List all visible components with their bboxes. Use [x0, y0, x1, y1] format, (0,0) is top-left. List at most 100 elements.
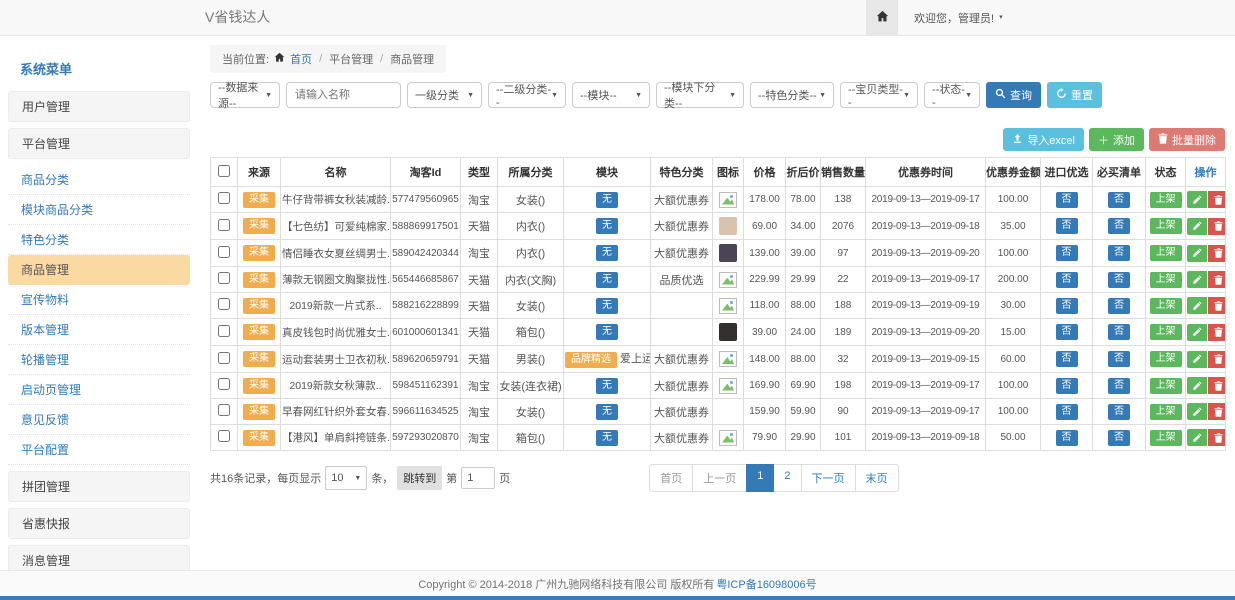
sidebar-item[interactable]: 意见反馈 [8, 405, 190, 435]
sidebar-item[interactable]: 商品分类 [8, 165, 190, 195]
edit-button[interactable] [1187, 351, 1207, 368]
status-badge[interactable]: 上架 [1150, 218, 1182, 234]
add-button[interactable]: ＋ 添加 [1089, 128, 1144, 151]
name-search-input[interactable] [286, 82, 401, 108]
must-buy-toggle[interactable]: 否 [1108, 192, 1130, 208]
delete-button[interactable] [1208, 218, 1226, 235]
pagination-item[interactable]: 上一页 [692, 464, 747, 492]
import-select-toggle[interactable]: 否 [1056, 404, 1078, 420]
sidebar-item[interactable]: 用户管理 [8, 91, 190, 122]
batch-delete-button[interactable]: 批量删除 [1149, 128, 1225, 151]
must-buy-toggle[interactable]: 否 [1108, 298, 1130, 314]
delete-button[interactable] [1208, 429, 1226, 446]
reset-button[interactable]: 重置 [1047, 82, 1102, 108]
must-buy-toggle[interactable]: 否 [1108, 378, 1130, 394]
must-buy-toggle[interactable]: 否 [1108, 245, 1130, 261]
sidebar-item[interactable]: 宣传物料 [8, 285, 190, 315]
delete-button[interactable] [1208, 297, 1226, 314]
status-badge[interactable]: 上架 [1150, 192, 1182, 208]
status-badge[interactable]: 上架 [1150, 404, 1182, 420]
sidebar-item[interactable]: 平台配置 [8, 435, 190, 465]
row-checkbox[interactable] [218, 219, 230, 231]
filter-select[interactable]: --状态-- ▼ [924, 82, 980, 108]
edit-button[interactable] [1187, 191, 1207, 208]
row-checkbox[interactable] [218, 404, 230, 416]
user-menu[interactable]: 欢迎您，管理员! ▾ [898, 0, 1019, 35]
filter-select-source[interactable]: --数据来源-- ▼ [210, 82, 280, 108]
row-checkbox[interactable] [218, 246, 230, 258]
import-select-toggle[interactable]: 否 [1056, 324, 1078, 340]
import-excel-button[interactable]: 导入excel [1003, 128, 1084, 151]
edit-button[interactable] [1187, 245, 1207, 262]
per-page-select[interactable]: 10 ▼ [325, 466, 367, 490]
import-select-toggle[interactable]: 否 [1056, 298, 1078, 314]
pagination-item[interactable]: 2 [773, 464, 801, 492]
import-select-toggle[interactable]: 否 [1056, 192, 1078, 208]
status-badge[interactable]: 上架 [1150, 430, 1182, 446]
sidebar-item[interactable]: 省惠快报 [8, 508, 190, 539]
delete-button[interactable] [1208, 245, 1226, 262]
sidebar-item[interactable]: 平台管理 [8, 128, 190, 159]
delete-button[interactable] [1208, 351, 1226, 368]
filter-select[interactable]: --二级分类-- ▼ [488, 82, 566, 108]
status-badge[interactable]: 上架 [1150, 272, 1182, 288]
jump-button[interactable]: 跳转到 [397, 466, 442, 490]
edit-button[interactable] [1187, 271, 1207, 288]
import-select-toggle[interactable]: 否 [1056, 218, 1078, 234]
must-buy-toggle[interactable]: 否 [1108, 272, 1130, 288]
edit-button[interactable] [1187, 429, 1207, 446]
row-checkbox[interactable] [218, 430, 230, 442]
select-all-checkbox[interactable] [218, 165, 230, 177]
row-checkbox[interactable] [218, 378, 230, 390]
filter-select[interactable]: 一级分类 ▼ [407, 82, 482, 108]
import-select-toggle[interactable]: 否 [1056, 245, 1078, 261]
edit-button[interactable] [1187, 403, 1207, 420]
row-checkbox[interactable] [218, 192, 230, 204]
import-select-toggle[interactable]: 否 [1056, 430, 1078, 446]
status-badge[interactable]: 上架 [1150, 324, 1182, 340]
delete-button[interactable] [1208, 377, 1226, 394]
icp-link[interactable]: 粤ICP备16098006号 [716, 576, 816, 592]
import-select-toggle[interactable]: 否 [1056, 272, 1078, 288]
filter-select[interactable]: --模块下分类-- ▼ [656, 82, 744, 108]
status-badge[interactable]: 上架 [1150, 298, 1182, 314]
edit-button[interactable] [1187, 297, 1207, 314]
status-badge[interactable]: 上架 [1150, 378, 1182, 394]
delete-button[interactable] [1208, 271, 1226, 288]
must-buy-toggle[interactable]: 否 [1108, 218, 1130, 234]
pagination-item[interactable]: 末页 [855, 464, 899, 492]
sidebar-item[interactable]: 轮播管理 [8, 345, 190, 375]
import-select-toggle[interactable]: 否 [1056, 351, 1078, 367]
delete-button[interactable] [1208, 403, 1226, 420]
must-buy-toggle[interactable]: 否 [1108, 404, 1130, 420]
breadcrumb-home-link[interactable]: 首页 [290, 51, 312, 67]
row-checkbox[interactable] [218, 298, 230, 310]
pagination-item[interactable]: 1 [746, 464, 774, 492]
edit-button[interactable] [1187, 377, 1207, 394]
pagination-item[interactable]: 首页 [649, 464, 693, 492]
edit-button[interactable] [1187, 324, 1207, 341]
query-button[interactable]: 查询 [986, 82, 1041, 108]
sidebar-item[interactable]: 商品管理 [8, 255, 190, 285]
jump-page-input[interactable] [461, 467, 495, 489]
status-badge[interactable]: 上架 [1150, 245, 1182, 261]
home-button[interactable] [866, 0, 898, 35]
import-select-toggle[interactable]: 否 [1056, 378, 1078, 394]
filter-select[interactable]: --模块-- ▼ [572, 82, 650, 108]
sidebar-item[interactable]: 启动页管理 [8, 375, 190, 405]
edit-button[interactable] [1187, 218, 1207, 235]
filter-select[interactable]: --宝贝类型-- ▼ [840, 82, 918, 108]
pagination-item[interactable]: 下一页 [801, 464, 856, 492]
filter-select[interactable]: --特色分类-- ▼ [750, 82, 834, 108]
row-checkbox[interactable] [218, 325, 230, 337]
sidebar-item[interactable]: 特色分类 [8, 225, 190, 255]
must-buy-toggle[interactable]: 否 [1108, 351, 1130, 367]
must-buy-toggle[interactable]: 否 [1108, 324, 1130, 340]
sidebar-item[interactable]: 版本管理 [8, 315, 190, 345]
delete-button[interactable] [1208, 191, 1226, 208]
delete-button[interactable] [1208, 324, 1226, 341]
row-checkbox[interactable] [218, 352, 230, 364]
status-badge[interactable]: 上架 [1150, 351, 1182, 367]
must-buy-toggle[interactable]: 否 [1108, 430, 1130, 446]
row-checkbox[interactable] [218, 272, 230, 284]
